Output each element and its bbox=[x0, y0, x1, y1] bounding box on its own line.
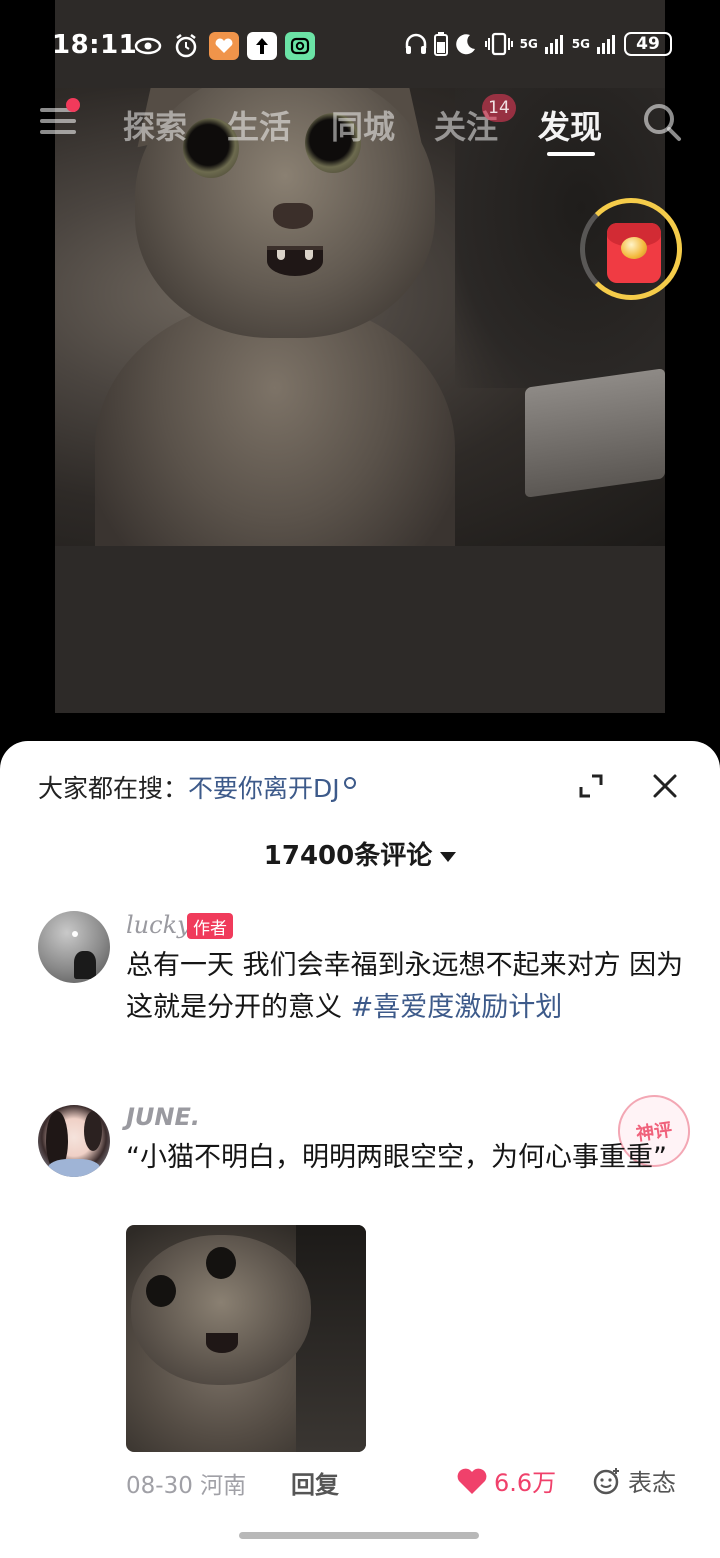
trending-search-prefix: 大家都在搜： bbox=[38, 774, 189, 803]
comment-count: 17400条评论 bbox=[263, 841, 433, 871]
top-tab-bar: 探索 生活 同城 关注 14 发现 bbox=[0, 94, 720, 156]
network-label-1: 5G bbox=[519, 37, 538, 51]
avatar[interactable] bbox=[38, 911, 110, 983]
upload-icon bbox=[247, 32, 277, 60]
status-notification-icons bbox=[133, 32, 315, 60]
avatar[interactable] bbox=[38, 1105, 110, 1177]
vibrate-icon bbox=[484, 32, 513, 56]
like-count: 6.6万 bbox=[494, 1469, 557, 1497]
signal-icon bbox=[544, 35, 563, 54]
comment-count-selector[interactable]: 17400条评论 bbox=[0, 835, 720, 872]
author-badge: 作者 bbox=[187, 913, 233, 939]
eye-icon bbox=[133, 32, 163, 60]
home-indicator[interactable] bbox=[239, 1532, 479, 1539]
signal-icon bbox=[597, 35, 615, 54]
reply-button[interactable]: 回复 bbox=[291, 1465, 339, 1500]
battery-small-icon bbox=[433, 32, 448, 56]
caret-down-icon bbox=[440, 851, 457, 862]
headphones-icon bbox=[405, 33, 426, 54]
comment-sheet: 大家都在搜：不要你离开DJ 17400条评论 lucky 作者 总有一天 我们会… bbox=[0, 741, 720, 1558]
tab-life[interactable]: 生活 bbox=[227, 102, 291, 148]
cat-tooth bbox=[305, 250, 313, 260]
red-envelope-timer[interactable] bbox=[580, 198, 682, 300]
react-label: 表态 bbox=[628, 1469, 676, 1497]
camera-app-icon bbox=[285, 32, 315, 60]
emoji-react-icon bbox=[593, 1467, 619, 1494]
network-label-2: 5G bbox=[571, 37, 590, 51]
comment-text[interactable]: 总有一天 我们会幸福到永远想不起来对方 因为这就是分开的意义 #喜爱度激励计划 bbox=[126, 945, 686, 1029]
expand-icon[interactable] bbox=[578, 773, 604, 799]
trending-search-term[interactable]: 不要你离开DJ bbox=[188, 774, 340, 803]
comment-username[interactable]: lucky bbox=[126, 911, 191, 939]
following-count-badge: 14 bbox=[482, 94, 516, 122]
close-icon[interactable] bbox=[652, 773, 678, 799]
alarm-icon bbox=[171, 32, 201, 60]
video-cat-frame[interactable] bbox=[55, 88, 665, 546]
hashtag-link[interactable]: #喜爱度激励计划 bbox=[351, 992, 563, 1023]
tab-local[interactable]: 同城 bbox=[331, 102, 395, 148]
red-envelope-icon bbox=[607, 223, 661, 283]
video-background-object bbox=[525, 368, 665, 498]
trending-search[interactable]: 大家都在搜：不要你离开DJ bbox=[38, 769, 356, 805]
status-time: 18:11 bbox=[52, 30, 138, 60]
cat-mouth bbox=[267, 246, 323, 276]
tab-discover[interactable]: 发现 bbox=[538, 102, 602, 148]
status-bar: 18:11 5G 5G 49 bbox=[0, 0, 720, 90]
react-button[interactable]: 表态 bbox=[592, 1463, 676, 1498]
moon-icon bbox=[455, 34, 475, 55]
search-small-icon bbox=[343, 777, 356, 789]
comment-date-location: 08-30 河南 bbox=[126, 1473, 247, 1499]
comment-text[interactable]: “小猫不明白，明明两眼空空，为何心事重重” bbox=[126, 1137, 686, 1179]
like-button[interactable]: 6.6万 bbox=[456, 1463, 556, 1498]
battery-indicator: 49 bbox=[624, 32, 672, 56]
heart-icon bbox=[457, 1468, 487, 1494]
notification-dot bbox=[66, 98, 80, 112]
active-tab-indicator bbox=[547, 152, 595, 156]
cat-nose bbox=[273, 203, 313, 229]
status-system-icons: 5G 5G 49 bbox=[404, 32, 672, 56]
search-icon[interactable] bbox=[642, 102, 682, 142]
screen: 18:11 5G 5G 49 探索 生活 同城 关注 14 发现 大家都在搜：不… bbox=[0, 0, 720, 1558]
tab-explore[interactable]: 探索 bbox=[123, 102, 187, 148]
comment-image[interactable] bbox=[126, 1225, 366, 1452]
menu-icon[interactable] bbox=[40, 108, 76, 138]
heart-app-icon bbox=[209, 32, 239, 60]
comment-username[interactable]: JUNE. bbox=[126, 1103, 200, 1131]
cat-tooth bbox=[277, 250, 285, 260]
